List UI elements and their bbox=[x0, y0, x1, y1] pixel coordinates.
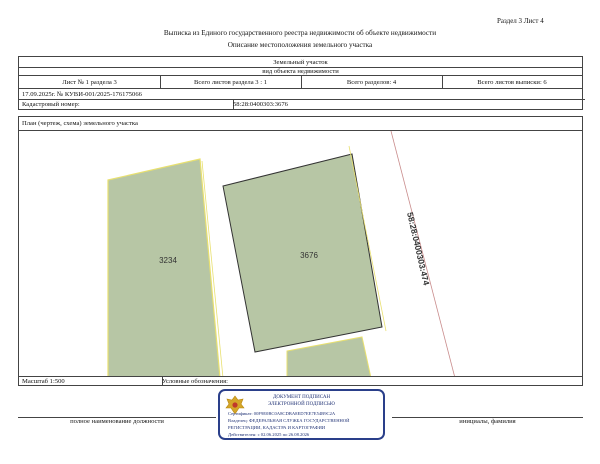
electronic-signature-seal: ДОКУМЕНТ ПОДПИСАН ЭЛЕКТРОННОЙ ПОДПИСЬЮ С… bbox=[218, 389, 385, 440]
scale-legend-row: Масштаб 1:500 Условные обозначения: bbox=[18, 376, 583, 386]
document-title: Выписка из Единого государственного реес… bbox=[163, 29, 437, 37]
scale-label: Масштаб 1:500 bbox=[19, 377, 163, 385]
total-sheets-extract: Всего листов выписки: 6 bbox=[477, 78, 547, 86]
seal-valid: Действителен: с 02.06.2025 по 26.08.2026 bbox=[228, 432, 310, 437]
record-block: 17.09.2025г. № КУВИ-001/2025-176175066 К… bbox=[18, 88, 585, 110]
plan-caption: План (чертеж, схема) земельного участка bbox=[22, 120, 138, 127]
cadastral-number: 58:28:0400303:3676 bbox=[233, 100, 288, 108]
total-sheets-section: Всего листов раздела 3 : 1 bbox=[160, 76, 302, 88]
parcel-3234-label: 3234 bbox=[159, 256, 177, 265]
seal-line1: ДОКУМЕНТ ПОДПИСАН bbox=[272, 395, 331, 400]
seal-owner2: РЕГИСТРАЦИИ, КАДАСТРА И КАРТОГРАФИИ bbox=[228, 425, 326, 430]
object-type-box: Земельный участок вид объекта недвижимос… bbox=[18, 56, 583, 76]
seal-owner: Владелец: ФЕДЕРАЛЬНАЯ СЛУЖБА ГОСУДАРСТВЕ… bbox=[228, 418, 350, 423]
seal-cert: Сертификат: 00F9E0BC0A8CDBA8ED7EE7E54B9C… bbox=[228, 411, 336, 416]
sheet-info-row: Лист № 1 раздела 3 Всего листов раздела … bbox=[18, 75, 583, 89]
total-sections: Всего разделов: 4 bbox=[301, 76, 443, 88]
sheet-number: Лист № 1 раздела 3 bbox=[19, 76, 161, 88]
parcel-3676-label: 3676 bbox=[300, 251, 318, 260]
seal-line2: ЭЛЕКТРОННОЙ ПОДПИСЬЮ bbox=[268, 402, 335, 407]
position-caption: полное наименование должности bbox=[70, 418, 164, 425]
plan-svg: 3234 3676 58:28:0400303:474 bbox=[107, 131, 455, 376]
section-sheet-label: Раздел 3 Лист 4 bbox=[497, 17, 544, 25]
document-subtitle: Описание местоположения земельного участ… bbox=[227, 41, 373, 49]
legend-label: Условные обозначения: bbox=[162, 377, 228, 385]
plan-caption-box: План (чертеж, схема) земельного участка bbox=[18, 116, 583, 131]
parcel-3234 bbox=[107, 158, 221, 376]
quarter-label: 58:28:0400303:474 bbox=[405, 211, 432, 286]
cadastral-label: Кадастровый номер: bbox=[19, 99, 234, 109]
name-caption: инициалы, фамилия bbox=[459, 418, 516, 425]
plan-drawing: 3234 3676 58:28:0400303:474 bbox=[18, 130, 583, 377]
